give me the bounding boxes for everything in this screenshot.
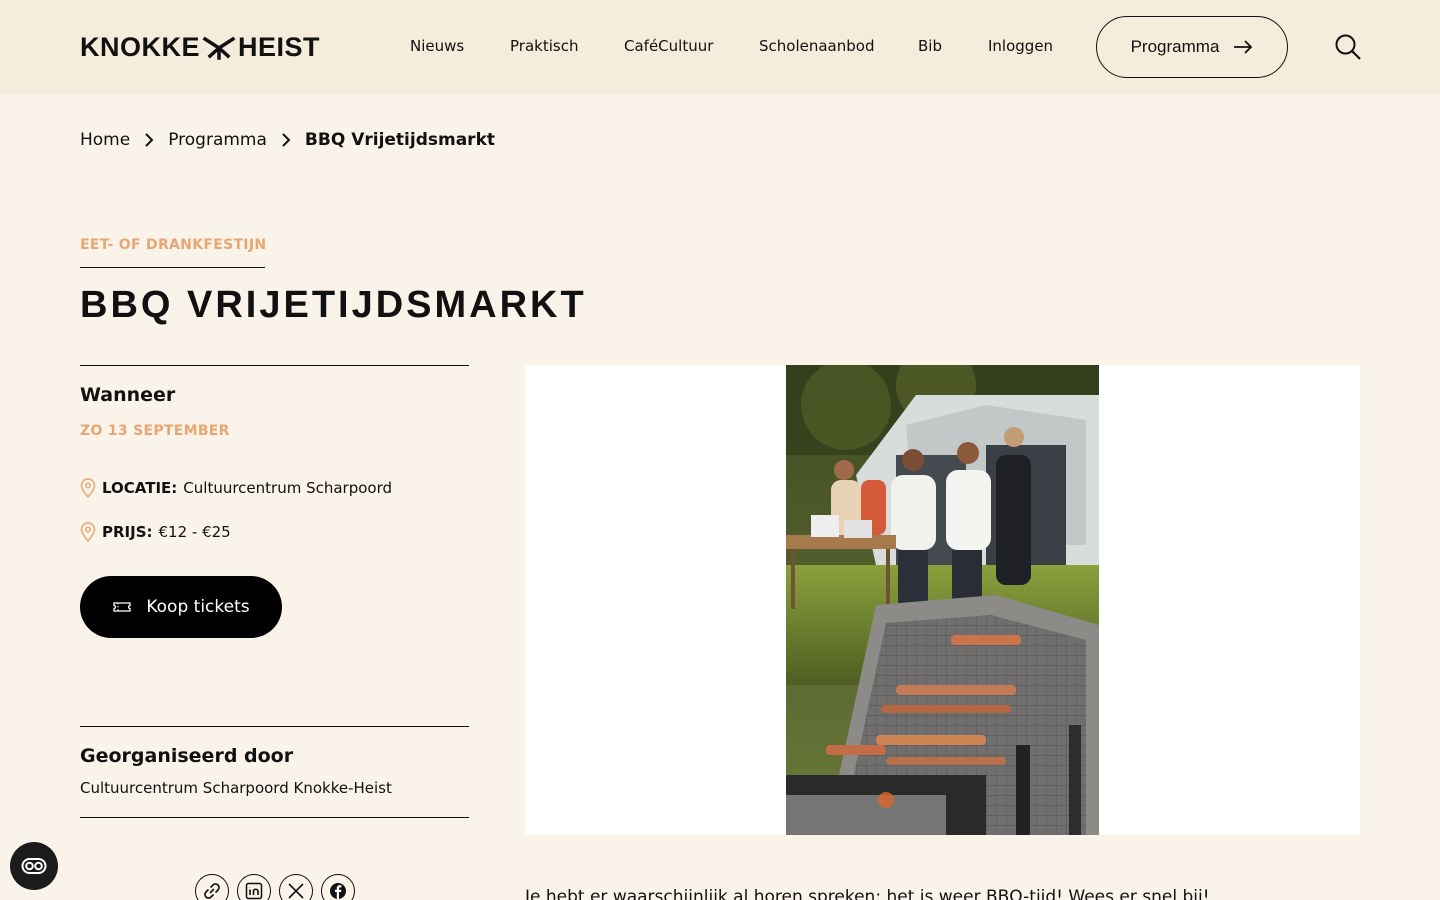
buy-tickets-button[interactable]: Koop tickets (80, 576, 282, 638)
page-title: BBQ VRIJETIJDSMARKT (80, 284, 587, 326)
nav-item-nieuws[interactable]: Nieuws (410, 37, 464, 55)
nav-item-scholenaanbod[interactable]: Scholenaanbod (759, 37, 874, 55)
search-icon (1335, 34, 1361, 60)
location-pin-icon (80, 522, 96, 542)
nav-item-praktisch[interactable]: Praktisch (510, 37, 578, 55)
divider (80, 365, 469, 366)
location-label: LOCATIE: (102, 479, 178, 497)
category-underline (80, 267, 265, 268)
programma-button-label: Programma (1130, 37, 1220, 56)
price-label: PRIJS: (102, 523, 153, 541)
x-icon (288, 883, 304, 899)
logo-text-right: HEIST (238, 31, 321, 62)
facebook-icon (330, 883, 346, 899)
search-button[interactable] (1334, 33, 1362, 61)
logo-text-left: KNOKKE (80, 31, 201, 62)
link-icon (204, 883, 220, 899)
organizer-heading: Georganiseerd door (80, 745, 294, 767)
site-logo[interactable]: KNOKKE HEIST (80, 31, 321, 62)
location-row: LOCATIE: Cultuurcentrum Scharpoord (80, 477, 392, 499)
site-header: KNOKKE HEIST Nieuws Praktisch CaféCultuu… (0, 0, 1440, 94)
nav-item-inloggen[interactable]: Inloggen (988, 37, 1053, 55)
share-link-button[interactable] (195, 874, 229, 900)
logo-mark-icon (202, 36, 236, 60)
event-photo (786, 365, 1099, 835)
event-image-panel (525, 365, 1360, 835)
nav-item-cafecultuur[interactable]: CaféCultuur (624, 37, 713, 55)
breadcrumb-current: BBQ Vrijetijdsmarkt (304, 130, 496, 150)
ticket-icon (113, 602, 132, 612)
arrow-right-icon (1234, 40, 1253, 54)
breadcrumb: Home Programma BBQ Vrijetijdsmarkt (80, 129, 495, 151)
programma-button[interactable]: Programma (1096, 16, 1288, 78)
event-date: ZO 13 SEPTEMBER (80, 423, 230, 439)
price-row: PRIJS: €12 - €25 (80, 521, 231, 543)
accessibility-button[interactable] (10, 842, 58, 890)
buy-tickets-label: Koop tickets (146, 597, 250, 617)
divider (80, 817, 469, 818)
event-description: Je hebt er waarschijnlijk al horen sprek… (525, 887, 1210, 900)
share-facebook-button[interactable] (321, 874, 355, 900)
accessibility-toggle-icon (21, 858, 47, 874)
location-value: Cultuurcentrum Scharpoord (183, 479, 393, 497)
when-heading: Wanneer (80, 384, 176, 406)
divider (80, 726, 469, 727)
nav-item-bib[interactable]: Bib (918, 37, 942, 55)
chevron-right-icon (145, 133, 154, 147)
breadcrumb-programma[interactable]: Programma (168, 130, 267, 150)
breadcrumb-home[interactable]: Home (80, 130, 130, 150)
linkedin-icon (245, 882, 263, 900)
chevron-right-icon (282, 133, 291, 147)
bbq-photo-illustration (786, 365, 1099, 835)
organizer-name: Cultuurcentrum Scharpoord Knokke-Heist (80, 779, 392, 797)
share-linkedin-button[interactable] (237, 874, 271, 900)
price-value: €12 - €25 (158, 523, 231, 541)
share-x-button[interactable] (279, 874, 313, 900)
event-category[interactable]: EET- OF DRANKFESTIJN (80, 237, 266, 253)
location-pin-icon (80, 478, 96, 498)
